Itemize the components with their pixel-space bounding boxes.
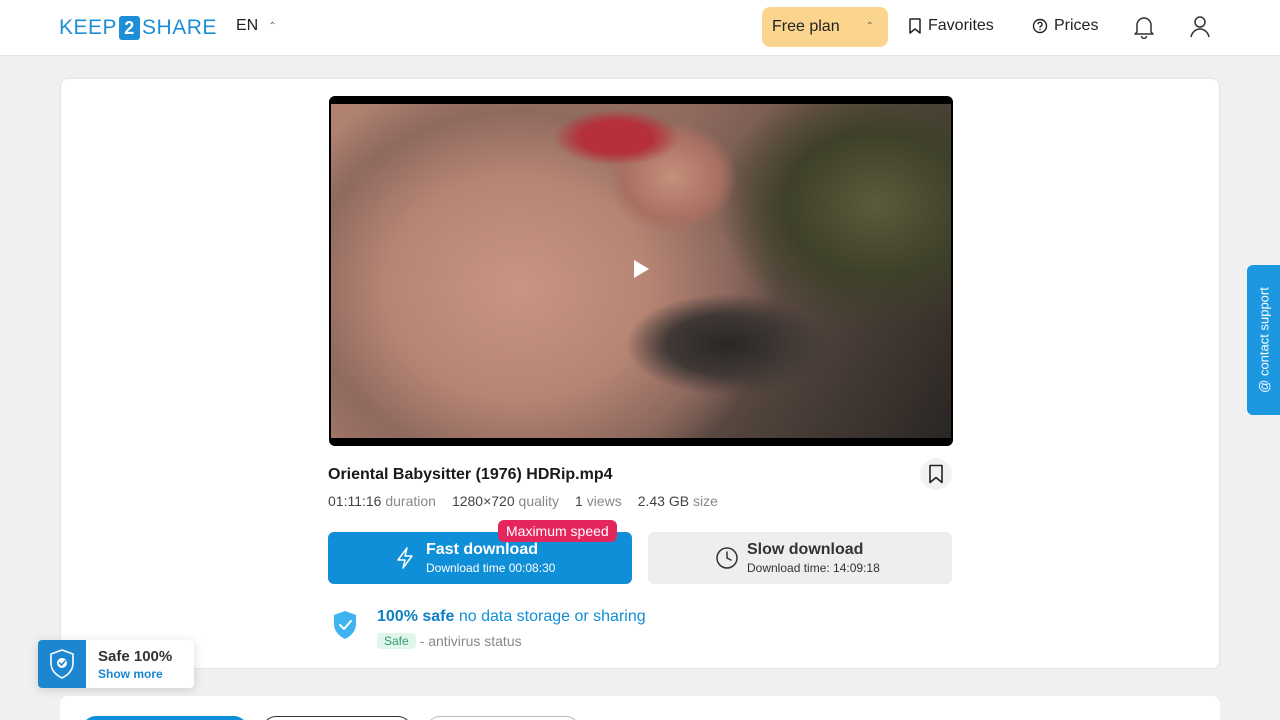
clock-icon bbox=[716, 547, 738, 569]
lightning-icon bbox=[397, 547, 413, 569]
antivirus-status: - antivirus status bbox=[419, 633, 522, 649]
language-selector[interactable]: EN ⌃ bbox=[236, 17, 277, 35]
safe-badge[interactable]: Safe 100% Show more bbox=[38, 640, 194, 688]
fast-download-label: Fast download bbox=[426, 541, 538, 558]
plan-label: Free plan bbox=[772, 18, 840, 35]
bookmark-icon bbox=[909, 18, 921, 34]
file-name: Oriental Babysitter (1976) HDRip.mp4 bbox=[328, 466, 613, 483]
antivirus-line: Safe - antivirus status bbox=[377, 633, 522, 649]
contact-support-label: @ contact support bbox=[1256, 287, 1271, 393]
meta-quality: 1280×720 quality bbox=[451, 493, 559, 509]
help-circle-icon bbox=[1032, 18, 1048, 34]
tab-3[interactable] bbox=[426, 716, 580, 720]
bell-icon[interactable] bbox=[1133, 15, 1155, 39]
contact-support-tab[interactable]: @ contact support bbox=[1247, 265, 1280, 415]
logo[interactable]: KEEP 2 SHARE bbox=[59, 15, 217, 41]
file-meta: 01:11:16 duration 1280×720 quality 1 vie… bbox=[328, 493, 718, 509]
chevron-up-icon: ⌃ bbox=[865, 21, 874, 32]
header: KEEP 2 SHARE EN ⌃ Free plan ⌃ Favorites … bbox=[0, 0, 1280, 56]
shield-check-icon bbox=[334, 611, 356, 639]
safety-line: 100% safe no data storage or sharing bbox=[377, 608, 646, 626]
meta-duration: 01:11:16 duration bbox=[328, 493, 436, 509]
safe-badge-title: Safe 100% bbox=[98, 648, 173, 665]
slow-download-time: Download time: 14:09:18 bbox=[747, 561, 880, 575]
plan-button[interactable]: Free plan ⌃ bbox=[762, 7, 888, 47]
play-icon[interactable] bbox=[634, 260, 649, 278]
prices-link[interactable]: Prices bbox=[1032, 17, 1098, 35]
tab-1[interactable] bbox=[82, 716, 248, 720]
favorites-label: Favorites bbox=[928, 17, 994, 34]
language-label: EN bbox=[236, 17, 259, 34]
prices-label: Prices bbox=[1054, 17, 1099, 34]
logo-text-left: KEEP bbox=[59, 16, 118, 39]
meta-size: 2.43 GB size bbox=[637, 493, 718, 509]
safety-bold: 100% safe bbox=[377, 608, 455, 625]
chevron-up-icon: ⌃ bbox=[268, 20, 277, 32]
slow-download-label: Slow download bbox=[747, 541, 864, 558]
file-card: Oriental Babysitter (1976) HDRip.mp4 01:… bbox=[60, 78, 1220, 669]
max-speed-badge: Maximum speed bbox=[498, 520, 617, 542]
safety-text: no data storage or sharing bbox=[458, 608, 646, 625]
fast-download-time: Download time 00:08:30 bbox=[426, 561, 556, 575]
safe-badge-icon-box bbox=[38, 640, 86, 688]
tab-2[interactable] bbox=[262, 716, 412, 720]
safe-tag: Safe bbox=[377, 633, 416, 649]
favorites-link[interactable]: Favorites bbox=[908, 17, 994, 35]
slow-download-button[interactable]: Slow download Download time: 14:09:18 bbox=[648, 532, 952, 584]
tabs-card bbox=[60, 696, 1220, 720]
shield-check-icon bbox=[50, 649, 74, 679]
meta-views: 1 views bbox=[575, 493, 622, 509]
logo-number: 2 bbox=[119, 16, 141, 40]
show-more-link[interactable]: Show more bbox=[98, 667, 163, 681]
logo-text-right: SHARE bbox=[142, 16, 217, 39]
user-icon[interactable] bbox=[1189, 15, 1211, 39]
video-player[interactable] bbox=[329, 96, 953, 446]
add-favorite-button[interactable] bbox=[920, 458, 952, 490]
bookmark-icon bbox=[929, 464, 943, 484]
